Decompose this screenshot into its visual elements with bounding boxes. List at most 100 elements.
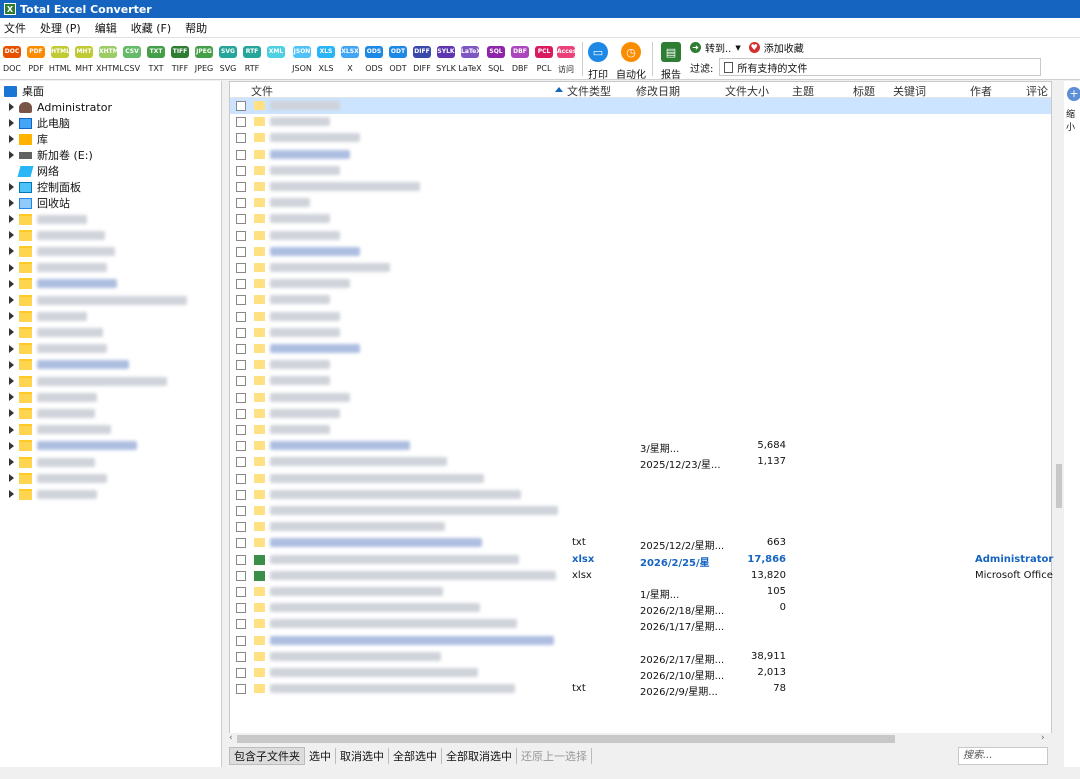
convert-txt-button[interactable]: TXT TXT [144, 46, 168, 80]
tree-item-recycle-bin[interactable]: 回收站 [9, 195, 70, 211]
filter-select[interactable]: 所有支持的文件 [719, 58, 1042, 76]
expand-arrow-icon[interactable] [9, 199, 14, 207]
add-favorite-button[interactable]: 添加收藏 [764, 40, 804, 55]
convert-access-button[interactable]: Access 访问 [554, 46, 580, 80]
column-comments[interactable]: 评论 [1026, 83, 1048, 99]
table-row[interactable] [230, 503, 1051, 519]
menu-help[interactable]: 帮助 [185, 20, 207, 36]
convert-sylk-button[interactable]: SYLK SYLK [434, 46, 458, 80]
row-checkbox[interactable] [236, 651, 246, 662]
expand-arrow-icon[interactable] [9, 425, 14, 434]
row-checkbox[interactable] [236, 603, 246, 614]
convert-pcl-button[interactable]: PCL PCL [532, 46, 556, 80]
tree-item-folder[interactable] [9, 276, 117, 292]
row-checkbox[interactable] [236, 279, 246, 290]
expand-arrow-icon[interactable] [9, 474, 14, 483]
row-checkbox[interactable] [236, 392, 246, 403]
table-row[interactable]: 2026/2/10/星期... 2,013 [230, 665, 1051, 682]
expand-arrow-icon[interactable] [9, 441, 14, 450]
convert-json-button[interactable]: JSON JSON [290, 46, 314, 80]
column-modified[interactable]: 修改日期 [636, 83, 680, 99]
tree-item-folder[interactable] [9, 389, 97, 405]
convert-xml-button[interactable]: XML [264, 46, 288, 80]
column-size[interactable]: 文件大小 [725, 83, 769, 99]
row-checkbox[interactable] [236, 587, 246, 597]
tree-item-folder[interactable] [9, 324, 103, 340]
row-checkbox[interactable] [236, 117, 246, 128]
convert-xhtml-button[interactable]: XHTML XHTML [96, 46, 124, 80]
row-checkbox[interactable] [236, 425, 246, 435]
expand-arrow-icon[interactable] [9, 296, 14, 304]
row-checkbox[interactable] [236, 668, 246, 678]
menu-favorites[interactable]: 收藏 (F) [131, 20, 171, 36]
table-row[interactable] [230, 292, 1051, 308]
expand-arrow-icon[interactable] [9, 263, 14, 272]
expand-arrow-icon[interactable] [9, 393, 14, 402]
table-row[interactable] [230, 487, 1051, 503]
row-checkbox[interactable] [236, 619, 246, 630]
convert-mht-button[interactable]: MHT MHT [72, 46, 96, 80]
convert-xls-button[interactable]: XLS XLS [314, 46, 338, 80]
tree-item-network[interactable]: 网络 [17, 163, 59, 179]
convert-csv-button[interactable]: CSV CSV [120, 46, 144, 80]
row-checkbox[interactable] [236, 522, 246, 533]
convert-dbf-button[interactable]: DBF DBF [508, 46, 532, 80]
chevron-down-icon[interactable]: ▼ [735, 44, 740, 52]
tree-item-folder[interactable] [9, 486, 97, 502]
column-title[interactable]: 标题 [853, 83, 875, 99]
convert-latex-button[interactable]: LaTeX LaTeX [458, 46, 482, 80]
table-row[interactable] [230, 195, 1051, 211]
table-row[interactable] [230, 519, 1051, 535]
table-row[interactable] [230, 276, 1051, 292]
menu-process[interactable]: 处理 (P) [40, 20, 81, 36]
table-row[interactable] [230, 114, 1051, 130]
convert-ods-button[interactable]: ODS ODS [362, 46, 386, 80]
tree-item-folder[interactable] [9, 422, 111, 438]
row-checkbox[interactable] [236, 101, 246, 111]
tree-item-folder[interactable] [9, 243, 115, 259]
expand-arrow-icon[interactable] [9, 135, 14, 143]
check-button[interactable]: 选中 [305, 748, 336, 764]
row-checkbox[interactable] [236, 230, 246, 241]
row-checkbox[interactable] [236, 311, 246, 322]
table-row[interactable]: txt 2025/12/2/星期... 663 [230, 535, 1051, 552]
expand-arrow-icon[interactable] [9, 279, 14, 288]
row-checkbox[interactable] [236, 554, 246, 565]
table-row[interactable] [230, 406, 1051, 422]
zoom-out-icon[interactable]: + [1067, 87, 1080, 101]
table-row[interactable]: 2026/2/17/星期... 38,911 [230, 649, 1051, 666]
row-checkbox[interactable] [236, 408, 246, 419]
expand-arrow-icon[interactable] [9, 344, 14, 353]
column-keywords[interactable]: 关键词 [893, 83, 926, 99]
convert-svg-button[interactable]: SVG SVG [216, 46, 240, 80]
table-row[interactable] [230, 130, 1051, 146]
row-checkbox[interactable] [236, 165, 246, 176]
menu-edit[interactable]: 编辑 [95, 20, 117, 36]
tree-item-folder[interactable] [9, 292, 187, 308]
horizontal-scroll-thumb[interactable] [237, 735, 895, 743]
table-row[interactable] [230, 373, 1051, 389]
row-checkbox[interactable] [236, 295, 246, 306]
convert-doc-button[interactable]: DOC DOC [0, 46, 24, 80]
convert-tiff-button[interactable]: TIFF TIFF [168, 46, 192, 80]
table-row[interactable]: 2026/1/17/星期... [230, 616, 1051, 633]
tree-item-folder[interactable] [9, 438, 137, 454]
convert-odt-button[interactable]: ODT ODT [386, 46, 410, 80]
convert-rtf-button[interactable]: RTF RTF [240, 46, 264, 80]
table-row[interactable]: 2025/12/23/星... 1,137 [230, 454, 1051, 471]
tree-item-folder[interactable] [9, 341, 107, 357]
tree-item-administrator[interactable]: Administrator [9, 99, 112, 115]
table-row[interactable] [230, 325, 1051, 341]
tree-item-folder[interactable] [9, 454, 95, 470]
column-type[interactable]: 文件类型 [567, 83, 611, 99]
automate-button[interactable]: ◷ 自动化 [616, 42, 646, 81]
row-checkbox[interactable] [236, 263, 246, 273]
uncheck-button[interactable]: 取消选中 [336, 748, 389, 764]
table-row[interactable]: 3/星期... 5,684 [230, 438, 1051, 455]
convert-xlsx-button[interactable]: XLSX X [338, 46, 362, 80]
table-row[interactable] [230, 422, 1051, 438]
convert-jpeg-button[interactable]: JPEG JPEG [192, 46, 216, 80]
convert-diff-button[interactable]: DIFF DIFF [410, 46, 434, 80]
search-input[interactable]: 搜索... [958, 747, 1048, 765]
table-row[interactable] [230, 309, 1051, 325]
